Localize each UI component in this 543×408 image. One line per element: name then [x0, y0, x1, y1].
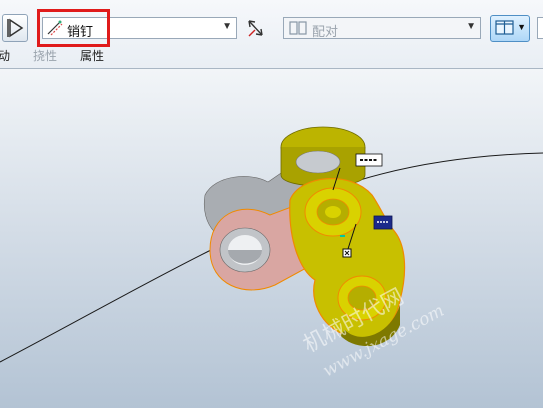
flip-arrows-icon [248, 20, 263, 37]
tab-flexibility[interactable]: 挠性 [33, 47, 57, 64]
tab-move[interactable]: 动 [0, 47, 10, 64]
constraint-toolbar: 销钉 ▼ 配对 ▼ ▼ 动 挠性 属性 [0, 0, 543, 69]
tab-properties[interactable]: 属性 [80, 47, 104, 64]
truncated-field[interactable] [537, 17, 543, 39]
chevron-down-icon[interactable]: ▼ [222, 21, 232, 32]
view-mode-button[interactable]: ▼ [490, 15, 530, 42]
flip-constraint-button[interactable] [244, 15, 268, 41]
mate-alignment-icon [289, 21, 307, 35]
split-window-icon [495, 20, 514, 35]
chevron-down-icon[interactable]: ▼ [517, 22, 526, 32]
callout-tag-pin[interactable] [355, 153, 383, 167]
callout-tag-axis[interactable] [373, 215, 393, 230]
yellow-pin-top[interactable] [280, 126, 366, 187]
alignment-value: 配对 [312, 24, 339, 39]
model-viewport[interactable]: 机械时代网 www.jxage.com [0, 69, 543, 408]
alignment-select[interactable]: 配对 ▼ [283, 17, 481, 39]
highlight-box [37, 9, 110, 47]
chevron-down-icon[interactable]: ▼ [466, 21, 476, 32]
placement-button[interactable] [2, 14, 28, 42]
placement-icon [7, 18, 24, 38]
